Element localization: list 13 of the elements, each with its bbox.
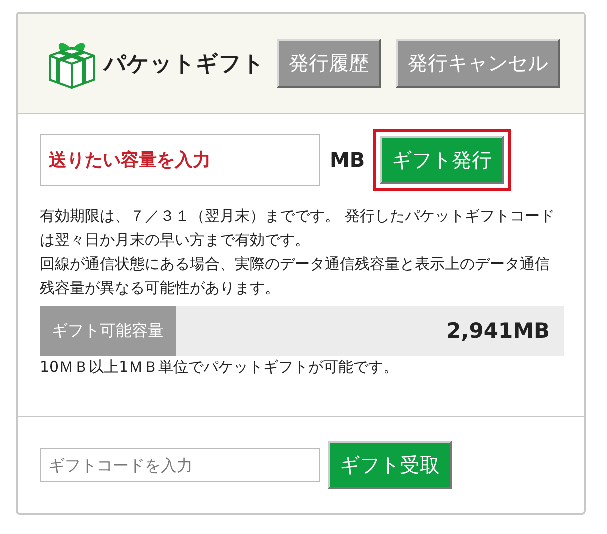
unit-label: MB [330, 148, 366, 172]
issue-gift-button[interactable]: ギフト発行 [380, 136, 504, 184]
capacity-note: 10ＭＢ以上1ＭＢ単位でパケットギフトが可能です。 [40, 358, 400, 377]
header-button[interactable]: 発行キャンセル [396, 39, 560, 88]
header-button[interactable]: 発行履歴 [277, 39, 381, 88]
notice-text: 有効期限は、７／３１（翌月末）までです。 発行したパケットギフトコードは翌々日か月末の早い方まで有効です。 [40, 206, 556, 251]
gift-code-field[interactable]: ギフトコードを入力 [40, 448, 320, 482]
notice-text: 回線が通信状態にある場合、実際のデータ通信残容量と表示上のデータ通信残容量が異なる可能性があります。 [40, 254, 551, 299]
capacity-label: ギフト可能容量 [40, 306, 176, 356]
amount-field[interactable]: 送りたい容量を入力 [40, 134, 320, 186]
capacity-value: 2,941MB [446, 319, 550, 343]
receive-gift-button[interactable]: ギフト受取 [328, 441, 452, 489]
page-title: パケットギフト [104, 50, 265, 78]
